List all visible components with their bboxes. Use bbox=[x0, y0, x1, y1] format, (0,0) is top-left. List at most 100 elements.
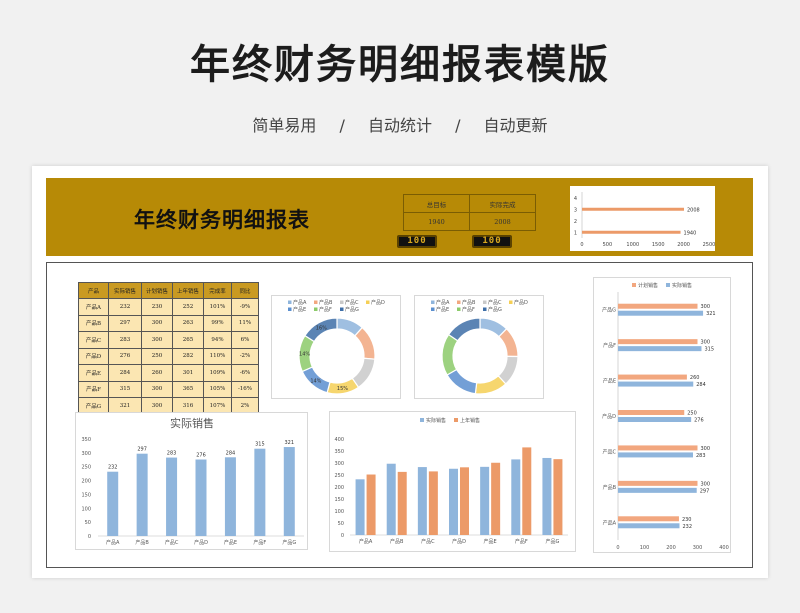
chart-title: 实际销售 bbox=[170, 416, 214, 430]
bar bbox=[386, 463, 396, 535]
bar bbox=[618, 480, 698, 486]
legend-label: 产品B bbox=[319, 299, 333, 306]
table-cell: -16% bbox=[231, 380, 259, 398]
kpi-value-target: 1940 bbox=[403, 212, 470, 231]
bar bbox=[618, 487, 697, 493]
data-label: 315 bbox=[704, 347, 714, 353]
legend-label: 实际销售 bbox=[426, 417, 446, 424]
data-label: 321 bbox=[285, 440, 295, 446]
bar bbox=[449, 468, 458, 535]
bar bbox=[618, 381, 694, 387]
y-tick-label: 300 bbox=[81, 451, 91, 457]
x-tick-label: 产品E bbox=[484, 538, 497, 545]
data-label: 300 bbox=[701, 446, 711, 452]
report-sheet: 年终财务明细报表 总目标 实际完成 1940 2008 100 100 1 2 3 4… bbox=[32, 166, 768, 578]
counter-display: 100 bbox=[397, 235, 437, 248]
table-cell: 105% bbox=[203, 380, 232, 398]
y-tick-label: 产品C bbox=[603, 448, 617, 455]
y-tick-label: 0 bbox=[88, 534, 91, 540]
bar bbox=[618, 445, 698, 451]
legend-label: 上年销售 bbox=[460, 417, 480, 424]
data-label: 300 bbox=[701, 481, 711, 487]
table-cell: 301 bbox=[172, 364, 204, 382]
legend-label: 产品C bbox=[345, 299, 359, 306]
plan-vs-actual-panel: 计划销售 实际销售 0 100 200 300 400 300 321 产品G 300 315 产品F 2… bbox=[593, 277, 731, 553]
data-label: 230 bbox=[682, 517, 692, 523]
table-row: 产品F 315 300 365 105% -16% bbox=[78, 380, 259, 398]
kpi-header-target: 总目标 bbox=[403, 194, 470, 213]
legend-swatch bbox=[457, 307, 461, 311]
data-label: 283 bbox=[167, 451, 177, 457]
bar bbox=[355, 479, 365, 535]
bar bbox=[460, 467, 469, 535]
table-header: 实际销售 bbox=[108, 282, 142, 299]
bar bbox=[522, 447, 532, 535]
y-tick-label: 200 bbox=[334, 485, 344, 491]
x-tick-label: 产品A bbox=[359, 538, 373, 545]
legend-swatch bbox=[340, 300, 344, 304]
bar bbox=[618, 452, 693, 458]
table-row: 产品B 297 300 263 99% 11% bbox=[78, 314, 259, 332]
bar bbox=[553, 459, 563, 535]
donut-slice bbox=[498, 327, 519, 358]
table-cell: 产品B bbox=[78, 314, 109, 332]
bar bbox=[166, 457, 178, 536]
y-tick-label: 1 bbox=[574, 230, 577, 236]
x-tick-label: 产品B bbox=[135, 539, 149, 546]
x-tick-label: 1000 bbox=[626, 242, 639, 248]
y-tick-label: 3 bbox=[574, 207, 577, 213]
bar bbox=[428, 471, 438, 535]
table-cell: 99% bbox=[203, 314, 232, 332]
kpi-value-actual: 2008 bbox=[469, 212, 536, 231]
x-tick-label: 产品F bbox=[253, 539, 266, 546]
table-cell: -9% bbox=[231, 298, 259, 316]
donut-slice bbox=[446, 368, 478, 395]
x-tick-label: 产品B bbox=[390, 538, 404, 545]
data-label: 297 bbox=[137, 447, 147, 453]
legend-swatch bbox=[509, 300, 513, 304]
table-cell: 263 bbox=[172, 314, 204, 332]
bar bbox=[618, 346, 702, 352]
table-cell: 365 bbox=[172, 380, 204, 398]
legend-swatch bbox=[483, 307, 487, 311]
slice-label: 14% bbox=[310, 379, 321, 385]
bar bbox=[618, 339, 698, 345]
data-label: 260 bbox=[690, 375, 700, 381]
x-tick-label: 200 bbox=[666, 545, 676, 551]
donut-slice bbox=[447, 317, 481, 342]
table-cell: 110% bbox=[203, 347, 232, 365]
x-tick-label: 产品G bbox=[545, 538, 559, 545]
table-cell: -6% bbox=[231, 364, 259, 382]
data-label: 1940 bbox=[684, 230, 697, 236]
legend-swatch bbox=[366, 300, 370, 304]
legend-swatch bbox=[420, 418, 424, 422]
legend-label: 产品E bbox=[436, 306, 449, 313]
table-cell: 94% bbox=[203, 331, 232, 349]
data-label: 276 bbox=[196, 453, 206, 459]
bar bbox=[618, 516, 679, 522]
table-cell: 11% bbox=[231, 314, 259, 332]
legend-swatch bbox=[454, 418, 458, 422]
x-tick-label: 2000 bbox=[677, 242, 690, 248]
report-banner: 年终财务明细报表 总目标 实际完成 1940 2008 100 100 1 2 3 4… bbox=[46, 178, 753, 256]
bar bbox=[224, 457, 236, 536]
data-label: 297 bbox=[700, 488, 710, 494]
actual-vs-lastyear-panel: 实际销售 上年销售 0 50 100 150 200 250 300 350 400 产品A 产品B 产品… bbox=[329, 411, 576, 552]
legend-label: 实际销售 bbox=[672, 282, 692, 289]
x-tick-label: 500 bbox=[603, 242, 613, 248]
actual-sales-bar-panel: 实际销售 0 50 100 150 200 250 300 350 232 产品A 297 产品B 283… bbox=[75, 412, 308, 550]
y-tick-label: 150 bbox=[81, 492, 91, 498]
x-tick-label: 2500 bbox=[703, 242, 715, 248]
legend-swatch bbox=[457, 300, 461, 304]
legend-swatch bbox=[483, 300, 487, 304]
legend-label: 产品B bbox=[462, 299, 476, 306]
table-cell: 252 bbox=[172, 298, 204, 316]
bar bbox=[107, 471, 119, 536]
y-tick-label: 150 bbox=[334, 497, 344, 503]
data-label: 283 bbox=[696, 453, 706, 459]
bar bbox=[618, 417, 692, 422]
legend-swatch bbox=[431, 307, 435, 311]
y-tick-label: 100 bbox=[334, 509, 344, 515]
y-tick-label: 产品F bbox=[603, 342, 616, 349]
y-tick-label: 400 bbox=[334, 437, 344, 443]
